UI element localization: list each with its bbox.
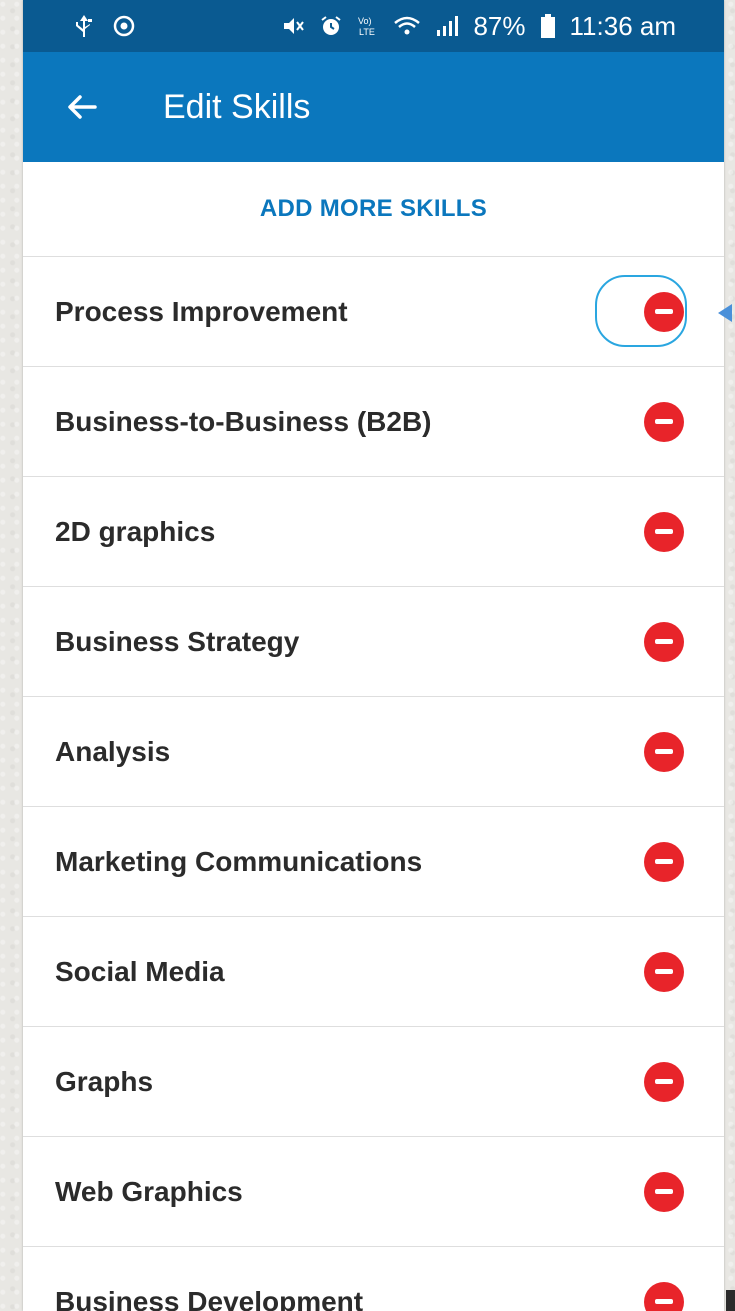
remove-skill-button[interactable] [644,1061,684,1102]
minus-icon [655,859,673,864]
skill-label: Business-to-Business (B2B) [55,405,432,437]
wifi-icon [393,14,421,38]
highlight-ring-annotation [595,275,687,347]
skill-label: 2D graphics [55,515,216,547]
skill-label: Graphs [55,1065,154,1097]
minus-icon [655,1299,673,1304]
status-time: 11:36 am [569,10,676,41]
skill-label: Business Strategy [55,625,300,657]
remove-skill-button[interactable] [644,841,684,882]
remove-skill-button[interactable] [644,621,684,662]
skill-row: Business Development [23,1247,724,1311]
back-button[interactable] [63,88,101,126]
minus-icon [655,969,673,974]
minus-icon [655,419,673,424]
minus-icon [655,529,673,534]
pointer-arrow-annotation [718,304,732,322]
skill-label: Analysis [55,735,171,767]
skill-row: 2D graphics [23,477,724,587]
page-title: Edit Skills [163,87,311,126]
skill-label: Process Improvement [55,295,348,327]
skill-label: Business Development [55,1285,364,1311]
remove-skill-button[interactable] [644,511,684,552]
status-left [71,13,137,39]
minus-icon [655,1079,673,1084]
svg-text:LTE: LTE [359,27,375,37]
skill-row: Social Media [23,917,724,1027]
skill-row: Business Strategy [23,587,724,697]
remove-skill-button[interactable] [644,731,684,772]
minus-icon [655,1189,673,1194]
alarm-icon [319,14,343,38]
battery-icon [540,13,556,39]
skill-label: Marketing Communications [55,845,423,877]
status-right: Vo) LTE 87% 11:36 am [281,11,676,42]
skill-label: Web Graphics [55,1175,243,1207]
minus-icon [655,749,673,754]
svg-text:Vo): Vo) [358,16,372,26]
volte-icon: Vo) LTE [357,14,379,38]
skill-row: Marketing Communications [23,807,724,917]
skill-label: Social Media [55,955,225,987]
phone-screen: Vo) LTE 87% 11:36 am Edit Skills ADD MORE… [23,0,724,1311]
sync-icon [111,13,137,39]
skill-row: Web Graphics [23,1137,724,1247]
back-arrow-icon [68,95,97,119]
battery-percent: 87% [473,10,526,41]
minus-icon [655,639,673,644]
skill-row: Analysis [23,697,724,807]
skill-row: Graphs [23,1027,724,1137]
signal-icon [435,14,459,38]
remove-skill-button[interactable] [644,951,684,992]
remove-skill-button[interactable] [644,1281,684,1311]
mute-icon [281,14,305,38]
add-more-skills-button[interactable]: ADD MORE SKILLS [23,162,724,257]
edge-mark [726,1290,735,1311]
status-bar: Vo) LTE 87% 11:36 am [23,0,724,52]
remove-skill-button[interactable] [644,1171,684,1212]
remove-skill-button[interactable] [644,401,684,442]
skill-row: Business-to-Business (B2B) [23,367,724,477]
usb-icon [71,13,97,39]
app-bar: Edit Skills [23,52,724,162]
skills-list: Process Improvement Business-to-Business… [23,257,724,1311]
